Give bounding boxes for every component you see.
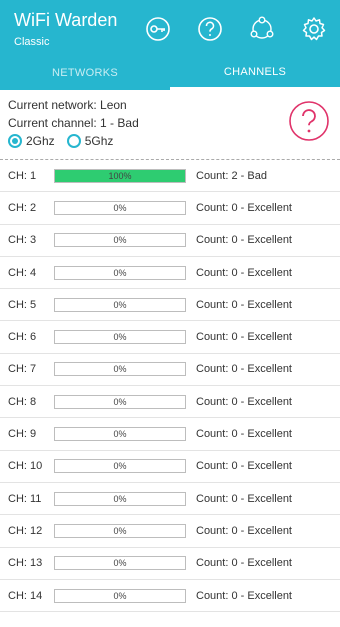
key-icon <box>146 17 170 41</box>
usage-bar: 0% <box>54 427 186 442</box>
usage-percent: 0% <box>113 364 127 375</box>
usage-percent: 0% <box>113 235 127 246</box>
channel-row: CH: 2 0% Count: 0 - Excellent <box>0 192 340 225</box>
channel-row: CH: 10 0% Count: 0 - Excellent <box>0 451 340 483</box>
usage-percent: 0% <box>113 299 127 310</box>
radio-unchecked-icon <box>66 134 81 148</box>
usage-bar: 0% <box>54 394 186 409</box>
share-button[interactable] <box>246 13 278 45</box>
usage-percent: 0% <box>113 558 127 569</box>
help-icon <box>198 17 222 41</box>
usage-percent: 0% <box>113 267 127 278</box>
channel-label: CH: 2 <box>8 201 37 214</box>
usage-bar: 0% <box>54 491 186 506</box>
share-icon <box>250 16 274 39</box>
channel-count: Count: 0 - Excellent <box>196 331 292 344</box>
channel-count: Count: 0 - Excellent <box>196 589 292 602</box>
tab-channels[interactable]: CHANNELS <box>170 58 340 90</box>
usage-bar: 0% <box>54 265 186 280</box>
app-title: WiFi Warden <box>14 10 118 30</box>
usage-bar: 0% <box>54 588 186 603</box>
channel-count: Count: 0 - Excellent <box>196 395 292 408</box>
channel-count: Count: 0 - Excellent <box>196 557 292 570</box>
tab-bar: NETWORKS CHANNELS <box>0 58 340 90</box>
channel-row: CH: 8 0% Count: 0 - Excellent <box>0 386 340 419</box>
band-label: 2Ghz <box>26 134 55 148</box>
channel-count: Count: 0 - Excellent <box>196 234 292 247</box>
channel-count: Count: 0 - Excellent <box>196 524 292 537</box>
channel-help-button[interactable] <box>288 100 330 147</box>
usage-bar: 0% <box>54 297 186 312</box>
usage-percent: 0% <box>113 202 127 213</box>
channel-row: CH: 6 0% Count: 0 - Excellent <box>0 321 340 354</box>
usage-percent: 100% <box>108 170 132 181</box>
channel-label: CH: 13 <box>8 557 43 570</box>
usage-bar: 0% <box>54 523 186 538</box>
usage-bar: 100% <box>54 168 186 183</box>
channel-label: CH: 4 <box>8 266 37 279</box>
channel-count: Count: 2 - Bad <box>196 169 267 182</box>
usage-percent: 0% <box>113 332 127 343</box>
channel-count: Count: 0 - Excellent <box>196 363 292 376</box>
app-bar: WiFi Warden Classic NETWORKS CHANNELS <box>0 0 340 90</box>
tab-networks[interactable]: NETWORKS <box>0 58 170 90</box>
channel-row: CH: 7 0% Count: 0 - Excellent <box>0 354 340 387</box>
usage-percent: 0% <box>113 396 127 407</box>
channel-label: CH: 12 <box>8 524 43 537</box>
channel-count: Count: 0 - Excellent <box>196 460 292 473</box>
channel-row: CH: 3 0% Count: 0 - Excellent <box>0 225 340 257</box>
channel-label: CH: 8 <box>8 395 37 408</box>
channel-row: CH: 5 0% Count: 0 - Excellent <box>0 289 340 322</box>
settings-button[interactable] <box>298 13 330 45</box>
channel-count: Count: 0 - Excellent <box>196 266 292 279</box>
channel-label: CH: 7 <box>8 363 37 376</box>
key-button[interactable] <box>142 13 174 45</box>
channel-label: CH: 10 <box>8 460 43 473</box>
usage-bar: 0% <box>54 330 186 345</box>
usage-percent: 0% <box>113 429 127 440</box>
question-circle-icon <box>289 101 329 141</box>
band-label: 5Ghz <box>84 134 114 148</box>
usage-bar: 0% <box>54 200 186 215</box>
channel-label: CH: 11 <box>8 492 42 505</box>
band-selector: 2Ghz 5Ghz <box>8 134 332 148</box>
channel-row: CH: 9 0% Count: 0 - Excellent <box>0 418 340 451</box>
band-option-2ghz[interactable]: 2Ghz <box>8 134 55 148</box>
gear-icon <box>302 17 326 41</box>
channel-label: CH: 9 <box>8 428 37 441</box>
usage-percent: 0% <box>113 590 127 601</box>
channel-label: CH: 3 <box>8 234 37 247</box>
usage-percent: 0% <box>113 461 127 472</box>
usage-percent: 0% <box>113 493 127 504</box>
usage-bar: 0% <box>54 556 186 571</box>
channel-row: CH: 12 0% Count: 0 - Excellent <box>0 515 340 548</box>
usage-percent: 0% <box>113 525 127 536</box>
usage-bar: 0% <box>54 459 186 474</box>
radio-checked-icon <box>8 134 22 148</box>
channel-label: CH: 1 <box>8 169 37 182</box>
channel-count: Count: 0 - Excellent <box>196 492 292 505</box>
channel-label: CH: 14 <box>8 589 43 602</box>
channel-row: CH: 4 0% Count: 0 - Excellent <box>0 257 340 290</box>
channel-row: CH: 11 0% Count: 0 - Excellent <box>0 483 340 516</box>
usage-bar: 0% <box>54 362 186 377</box>
app-subtitle: Classic <box>14 36 50 48</box>
usage-bar: 0% <box>54 233 186 248</box>
channel-label: CH: 5 <box>8 298 37 311</box>
current-channel: Current channel: 1 - Bad <box>8 116 139 130</box>
channel-row: CH: 13 0% Count: 0 - Excellent <box>0 548 340 580</box>
channel-row: CH: 14 0% Count: 0 - Excellent <box>0 580 340 613</box>
channel-info-panel: Current network: Leon Current channel: 1… <box>0 90 340 160</box>
band-option-5ghz[interactable]: 5Ghz <box>66 134 114 148</box>
channel-count: Count: 0 - Excellent <box>196 428 292 441</box>
channel-row: CH: 1 100% Count: 2 - Bad <box>0 160 340 193</box>
current-network: Current network: Leon <box>8 98 127 112</box>
help-button[interactable] <box>194 13 226 45</box>
toolbar-actions <box>142 13 330 45</box>
channel-count: Count: 0 - Excellent <box>196 298 292 311</box>
channel-count: Count: 0 - Excellent <box>196 201 292 214</box>
channel-label: CH: 6 <box>8 331 37 344</box>
channel-list: CH: 1 100% Count: 2 - Bad CH: 2 0% Count: 0 -… <box>0 160 340 613</box>
